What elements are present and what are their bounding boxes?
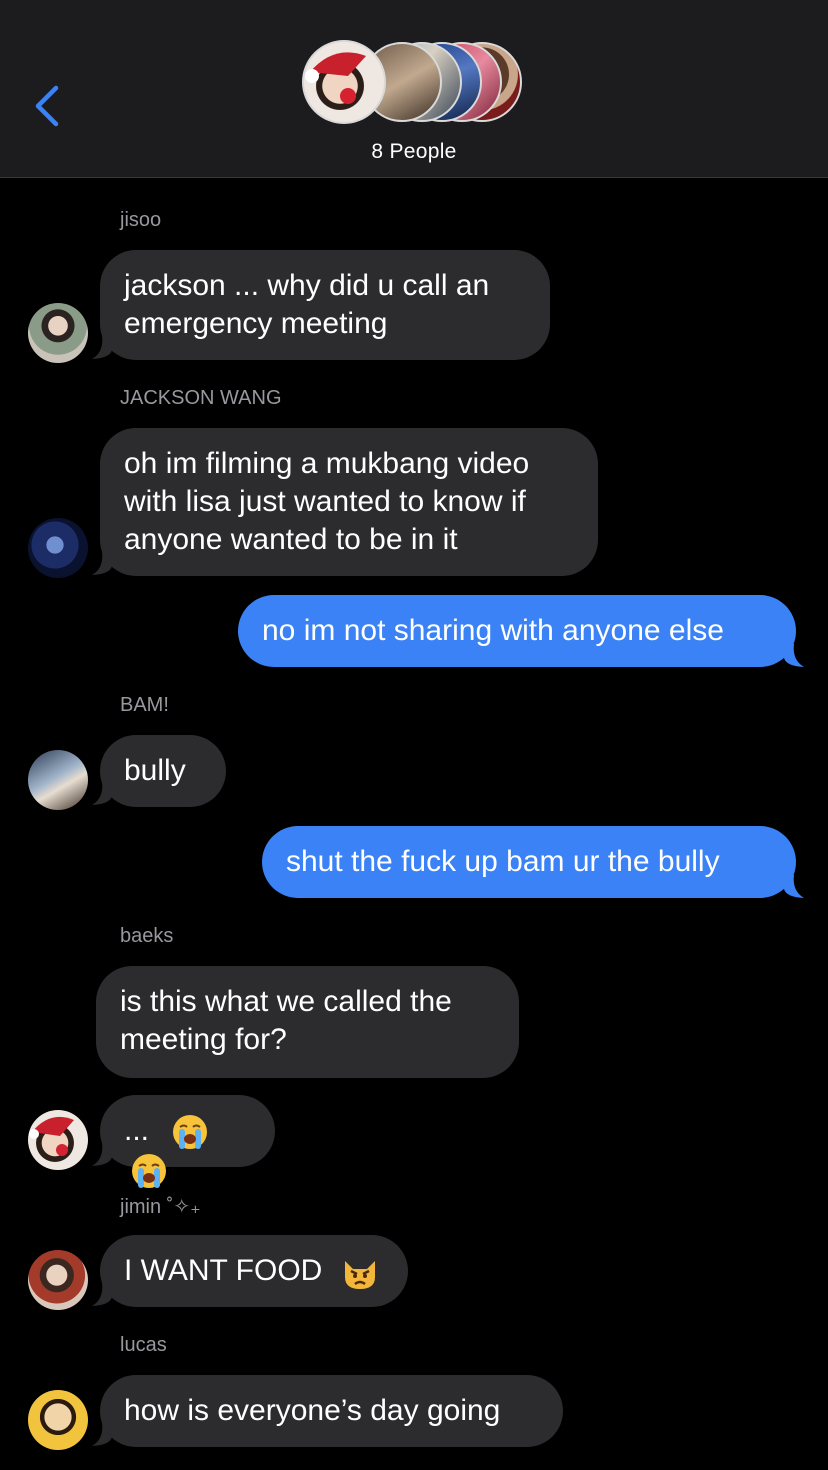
message-bubble[interactable]: shut the fuck up bam ur the bully <box>262 826 796 898</box>
message-line: oh im filming a mukbang video <box>124 447 530 480</box>
avatar[interactable] <box>28 1390 88 1450</box>
message-line: jackson ... why did u call an <box>124 269 490 302</box>
message-bubble[interactable]: jackson ... why did u call an emergency … <box>100 250 550 360</box>
avatar[interactable] <box>28 1110 88 1170</box>
message-line: bully <box>124 754 186 787</box>
group-avatar-stack[interactable] <box>302 40 528 126</box>
message-bubble[interactable]: ... <box>100 1095 275 1189</box>
participants-count[interactable]: 8 People <box>0 140 828 164</box>
avatar[interactable] <box>28 518 88 578</box>
avatar[interactable] <box>28 303 88 363</box>
message-line: emergency meeting <box>124 307 388 340</box>
message-bubble[interactable]: bully <box>100 735 226 807</box>
sender-name: JACKSON WANG <box>120 387 282 409</box>
sender-name: jimin ˚✧₊ <box>120 1196 201 1218</box>
message-line: meeting for? <box>120 1023 287 1056</box>
sender-name: jisoo <box>120 209 162 231</box>
crying-face-icon <box>173 1115 208 1150</box>
conversation-header: 8 People <box>0 0 828 178</box>
message-line: with lisa just wanted to know if <box>124 485 526 518</box>
message-line: ... <box>124 1114 150 1147</box>
group-avatar <box>302 40 386 124</box>
message-bubble[interactable]: oh im filming a mukbang video with lisa … <box>100 428 598 576</box>
message-line: is this what we called the <box>120 985 452 1018</box>
sender-name: BAM! <box>120 694 169 716</box>
message-bubble[interactable]: how is everyone’s day going <box>100 1375 563 1447</box>
message-bubble[interactable]: I WANT FOOD <box>100 1235 408 1307</box>
message-line: no im not sharing with anyone else <box>262 614 724 647</box>
message-bubble[interactable]: is this what we called the meeting for? <box>96 966 519 1078</box>
message-line: how is everyone’s day going <box>124 1394 501 1427</box>
crying-face-icon <box>132 1154 166 1189</box>
sender-name: baeks <box>120 925 174 947</box>
message-line: I WANT FOOD <box>124 1254 323 1287</box>
avatar[interactable] <box>28 1250 88 1310</box>
santa-hat-icon <box>29 1116 74 1156</box>
back-chevron-icon[interactable] <box>28 82 72 130</box>
message-line: shut the fuck up bam ur the bully <box>286 845 720 878</box>
message-bubble[interactable]: no im not sharing with anyone else <box>238 595 796 667</box>
avatar[interactable] <box>28 750 88 810</box>
sender-name: lucas <box>120 1334 167 1356</box>
message-line: anyone wanted to be in it <box>124 523 458 556</box>
pouting-cat-icon <box>344 1261 375 1290</box>
santa-hat-icon <box>305 52 366 104</box>
